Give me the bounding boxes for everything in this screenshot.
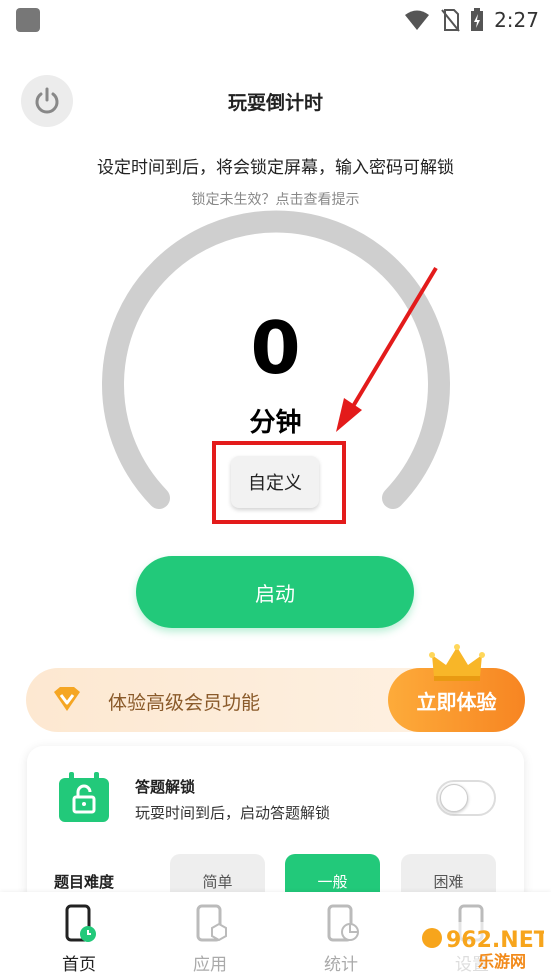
phone-cube-icon [196, 904, 227, 942]
no-sim-icon [441, 9, 460, 32]
app-notification-icon [16, 8, 40, 32]
nav-label-home: 首页 [62, 955, 96, 975]
quiz-unlock-description: 玩耍时间到后，启动答题解锁 [135, 804, 331, 822]
phone-chart-icon [327, 904, 359, 942]
start-button[interactable]: 启动 [136, 556, 414, 628]
quiz-unlock-toggle[interactable] [436, 780, 496, 816]
status-bar: 2:27 [0, 0, 551, 40]
lock-hint-link[interactable]: 锁定未生效？点击查看提示 [0, 189, 551, 209]
vip-diamond-icon [54, 687, 80, 711]
nav-item-stats[interactable]: 统计 [301, 904, 381, 975]
quiz-settings-card: 答题解锁 玩耍时间到后，启动答题解锁 题目难度 简单 一般 困难 [27, 746, 524, 906]
annotation-highlight-box [212, 441, 346, 524]
page-title: 玩耍倒计时 [227, 92, 323, 114]
nav-item-home[interactable]: 首页 [39, 904, 119, 975]
timer-unit: 分钟 [249, 408, 302, 438]
status-time: 2:27 [494, 8, 539, 32]
description-text: 设定时间到后，将会锁定屏幕，输入密码可解锁 [97, 158, 454, 178]
vip-text: 体验高级会员功能 [108, 692, 261, 714]
watermark-sub: 乐游网 [478, 952, 526, 971]
quiz-unlock-title: 答题解锁 [135, 778, 196, 796]
watermark-logo: 962.NET 乐游网 [418, 922, 544, 972]
nav-label-apps: 应用 [193, 955, 227, 975]
timer-value: 0 [250, 306, 301, 390]
nav-item-apps[interactable]: 应用 [170, 904, 250, 975]
phone-timer-icon [65, 904, 96, 942]
battery-charging-icon [471, 8, 484, 31]
toggle-knob [440, 784, 468, 812]
watermark-brand: 962.NET [446, 928, 544, 953]
crown-icon [429, 644, 485, 681]
nav-label-stats: 统计 [324, 955, 358, 975]
difficulty-label: 题目难度 [54, 873, 115, 891]
quiz-lock-icon [59, 772, 109, 822]
wifi-icon [405, 10, 430, 30]
